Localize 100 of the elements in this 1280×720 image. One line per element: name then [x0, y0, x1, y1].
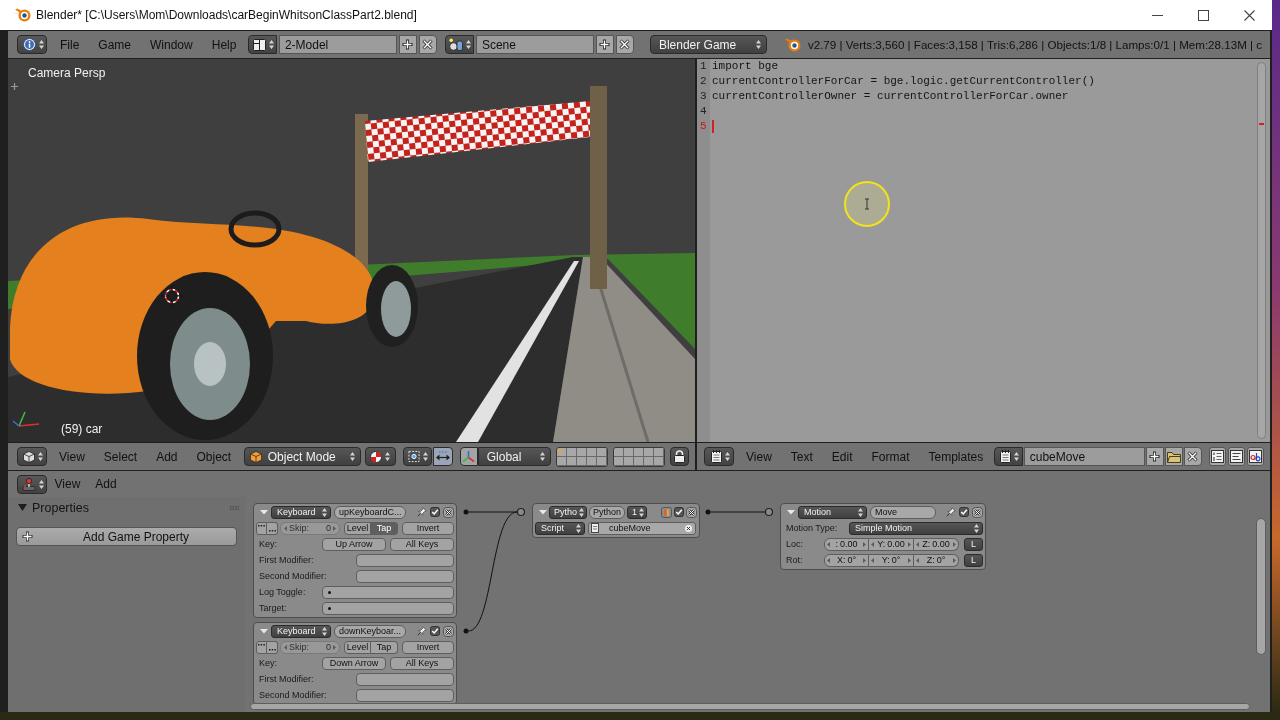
layer-button[interactable]: [586, 456, 597, 466]
modifier-field[interactable]: [356, 569, 454, 583]
layer-button[interactable]: [566, 447, 577, 457]
interaction-mode-dropdown[interactable]: Object Mode: [243, 447, 361, 466]
menu-item[interactable]: Window: [140, 35, 203, 54]
left-arrow-icon[interactable]: [827, 557, 830, 563]
modifier-field[interactable]: [356, 688, 454, 702]
menu-item[interactable]: Game: [88, 35, 141, 54]
pin-icon[interactable]: [946, 507, 956, 517]
left-arrow-icon[interactable]: [827, 541, 830, 547]
layer-button[interactable]: [643, 447, 654, 457]
actuator-type-dropdown[interactable]: Motion: [798, 505, 867, 519]
layer-button[interactable]: [613, 456, 624, 466]
menu-item[interactable]: View: [49, 447, 95, 466]
disclosure-triangle-icon[interactable]: [18, 503, 27, 512]
left-arrow-icon[interactable]: [916, 557, 919, 563]
pulse-button[interactable]: [267, 640, 278, 654]
disclosure-triangle-icon[interactable]: [539, 508, 547, 516]
output-socket-icon[interactable]: [463, 509, 469, 515]
input-socket-icon[interactable]: [764, 507, 774, 517]
invert-button[interactable]: Invert: [402, 521, 454, 535]
pulse-button[interactable]: [256, 521, 267, 535]
bars-icon[interactable]: [661, 506, 672, 518]
text-block-button[interactable]: [993, 447, 1023, 466]
menu-item[interactable]: File: [50, 35, 89, 54]
sensor-type-dropdown[interactable]: Keyboard: [271, 505, 331, 519]
menu-item[interactable]: Help: [202, 35, 246, 54]
menu-item[interactable]: View: [47, 474, 88, 494]
active-checkbox[interactable]: [430, 507, 440, 517]
layer-button[interactable]: [623, 447, 634, 457]
controller-name-field[interactable]: Python: [589, 505, 625, 519]
close-icon[interactable]: [443, 506, 454, 518]
menu-item[interactable]: Format: [862, 447, 919, 466]
syntax-highlight-toggle[interactable]: [1246, 447, 1264, 466]
pin-icon[interactable]: [417, 626, 427, 636]
number-field[interactable]: Y: 0°: [869, 553, 914, 567]
left-arrow-icon[interactable]: [871, 557, 874, 563]
word-wrap-toggle[interactable]: [1227, 447, 1245, 466]
level-button[interactable]: Level: [344, 521, 371, 535]
right-arrow-icon[interactable]: [863, 557, 866, 563]
output-socket-icon[interactable]: [463, 628, 469, 634]
screen-layout-field[interactable]: 2-Model: [278, 35, 397, 54]
level-button[interactable]: Level: [344, 640, 371, 654]
close-icon[interactable]: [686, 506, 697, 518]
input-socket-icon[interactable]: [516, 507, 526, 517]
editor-type-button[interactable]: [17, 474, 47, 494]
layer-button[interactable]: [596, 447, 607, 457]
layer-button[interactable]: [653, 456, 664, 466]
number-field[interactable]: : 0.00: [824, 537, 869, 551]
render-engine-dropdown[interactable]: Blender Game: [649, 35, 767, 54]
pulse-button[interactable]: [267, 521, 278, 535]
editor-type-button[interactable]: [17, 35, 47, 54]
number-field[interactable]: Z: 0°: [914, 553, 959, 567]
tap-button[interactable]: Tap: [371, 640, 398, 654]
add-button[interactable]: [398, 35, 417, 54]
menu-item[interactable]: Add: [87, 474, 125, 494]
sensor-type-dropdown[interactable]: Keyboard: [271, 624, 331, 638]
modifier-field[interactable]: [356, 553, 454, 567]
active-checkbox[interactable]: [959, 507, 969, 517]
number-field[interactable]: Z: 0.00: [914, 537, 959, 551]
sensor-name-field[interactable]: downKeyboar...: [334, 624, 406, 638]
output-socket-icon[interactable]: [705, 509, 711, 515]
controller-type-dropdown[interactable]: Pytho: [549, 505, 587, 519]
text-scrollbar[interactable]: [1257, 62, 1266, 439]
layer-button[interactable]: [633, 456, 644, 466]
sensor-name-field[interactable]: upKeyboardC...: [334, 505, 406, 519]
text-editor-area[interactable]: 1 2 3 4 5 import bge currentControllerForCar = bge.logic.getCurrentController() currentControllerOwner = currentControllerForCar.owner: [697, 59, 1270, 442]
menu-item[interactable]: Object: [187, 447, 241, 466]
left-arrow-icon[interactable]: [871, 541, 874, 547]
layer-button[interactable]: [613, 447, 624, 457]
layer-button[interactable]: [623, 456, 634, 466]
actuator-name-field[interactable]: Move: [870, 505, 936, 519]
key-select-button[interactable]: Down Arrow: [322, 656, 386, 670]
layer-button[interactable]: [633, 447, 644, 457]
scene-field[interactable]: Scene: [475, 35, 594, 54]
close-icon[interactable]: [972, 506, 983, 518]
vertical-scrollbar[interactable]: [1256, 518, 1266, 655]
horizontal-scrollbar[interactable]: [250, 703, 1250, 710]
line-numbers-toggle[interactable]: [1208, 447, 1226, 466]
lock-button[interactable]: [669, 447, 689, 466]
right-arrow-icon[interactable]: [953, 557, 956, 563]
clear-icon[interactable]: [685, 524, 692, 532]
close-icon[interactable]: [443, 625, 454, 637]
add-button[interactable]: [595, 35, 614, 54]
tap-button[interactable]: Tap: [371, 521, 398, 535]
new-text-button[interactable]: [1145, 447, 1164, 466]
state-dropdown[interactable]: 1: [627, 505, 647, 519]
pulse-button[interactable]: [256, 640, 267, 654]
text-name-field[interactable]: cubeMove: [1023, 447, 1145, 466]
motion-type-dropdown[interactable]: Simple Motion: [849, 521, 983, 535]
local-toggle[interactable]: L: [964, 553, 983, 567]
right-arrow-icon[interactable]: [863, 541, 866, 547]
layer-button[interactable]: [643, 456, 654, 466]
add-game-property-button[interactable]: Add Game Property: [16, 527, 237, 546]
shading-dropdown[interactable]: [364, 447, 396, 466]
disclosure-triangle-icon[interactable]: [260, 627, 268, 635]
menu-item[interactable]: Edit: [822, 447, 862, 466]
menu-item[interactable]: Add: [146, 447, 187, 466]
editor-type-button[interactable]: [17, 447, 47, 466]
delete-button[interactable]: [1183, 447, 1202, 466]
